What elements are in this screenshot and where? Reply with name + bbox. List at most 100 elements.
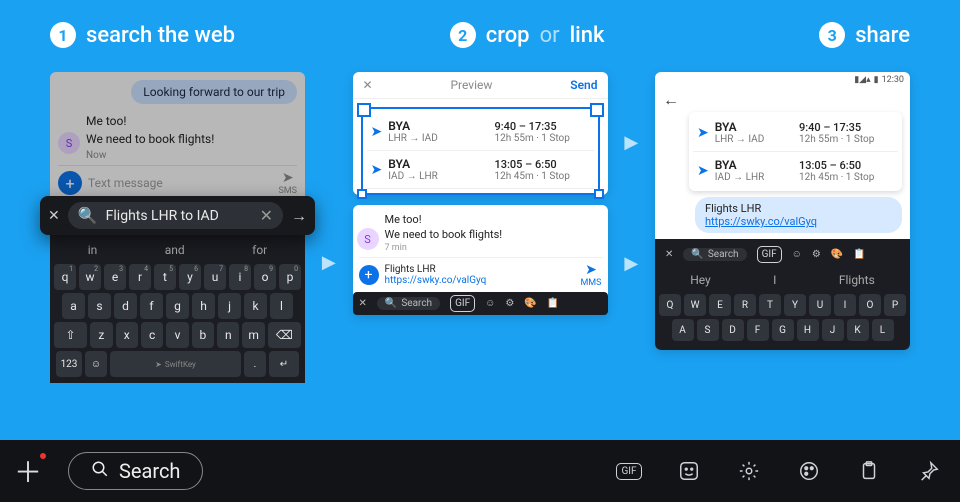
close-icon[interactable]: ✕ <box>665 249 673 260</box>
search-mini[interactable]: 🔍 Search <box>683 248 746 261</box>
search-button[interactable]: Search <box>68 452 203 490</box>
key[interactable]: x <box>116 322 138 348</box>
key[interactable]: O <box>859 294 881 316</box>
key[interactable]: H <box>797 319 819 341</box>
theme-icon[interactable]: 🎨 <box>831 249 843 260</box>
key[interactable]: y6 <box>179 264 201 290</box>
key[interactable]: S <box>697 319 719 341</box>
theme-icon[interactable]: 🎨 <box>524 298 536 309</box>
suggestion[interactable]: and <box>165 243 185 257</box>
sticker-icon[interactable]: ☺ <box>792 249 802 260</box>
key[interactable]: i8 <box>229 264 251 290</box>
key[interactable]: R <box>734 294 756 316</box>
key[interactable]: U <box>809 294 831 316</box>
pin-icon[interactable] <box>912 454 946 488</box>
key[interactable]: k <box>244 293 267 319</box>
key[interactable]: j <box>218 293 241 319</box>
key[interactable]: G <box>772 319 794 341</box>
symbols-key[interactable]: 123 <box>56 351 82 377</box>
key[interactable]: f <box>140 293 163 319</box>
key[interactable]: e3 <box>104 264 126 290</box>
message-time: 7 min <box>385 243 602 253</box>
key[interactable]: p0 <box>279 264 301 290</box>
close-icon[interactable]: ✕ <box>359 298 367 309</box>
search-mini[interactable]: 🔍 Search <box>377 297 440 310</box>
backspace-key[interactable]: ⌫ <box>268 322 301 348</box>
key[interactable]: t5 <box>154 264 176 290</box>
key[interactable]: b <box>192 322 214 348</box>
send-sms[interactable]: ➤ SMS <box>278 170 297 196</box>
compose-placeholder[interactable]: Text message <box>88 176 278 190</box>
clipboard-icon[interactable]: 📋 <box>853 249 865 260</box>
key[interactable]: A <box>672 319 694 341</box>
key[interactable]: a <box>62 293 85 319</box>
key[interactable]: W <box>684 294 706 316</box>
gif-icon[interactable]: GIF <box>757 246 782 263</box>
key[interactable]: L <box>872 319 894 341</box>
key[interactable]: J <box>822 319 844 341</box>
submit-icon[interactable]: → <box>291 206 307 226</box>
key[interactable]: c <box>141 322 163 348</box>
add-button[interactable]: ＋ <box>14 451 42 491</box>
battery-icon: ▮ <box>874 75 879 85</box>
key[interactable]: w2 <box>79 264 101 290</box>
key[interactable]: l <box>270 293 293 319</box>
suggestion[interactable]: I <box>773 273 776 287</box>
gif-icon[interactable]: GIF <box>612 454 646 488</box>
send-mms[interactable]: ➤ MMS <box>580 262 601 288</box>
suggestion[interactable]: for <box>252 243 267 257</box>
search-input[interactable]: 🔍 Flights LHR to IAD ✕ <box>68 202 283 229</box>
key[interactable]: u7 <box>204 264 226 290</box>
back-icon[interactable]: ← <box>663 90 679 110</box>
gif-icon[interactable]: GIF <box>450 295 475 312</box>
suggestion[interactable]: Flights <box>839 273 875 287</box>
period-key[interactable]: . <box>244 351 266 377</box>
key[interactable]: v <box>166 322 188 348</box>
add-button[interactable]: + <box>359 265 379 285</box>
space-key[interactable]: ➤ SwiftKey <box>110 351 241 377</box>
key[interactable]: m <box>242 322 264 348</box>
key[interactable]: d <box>114 293 137 319</box>
keyboard: in and for q1 w2 e3 r4 t5 y6 u7 i8 o9 p0… <box>50 235 305 383</box>
crop-frame[interactable]: ➤ BYA LHR → IAD 9:40 – 17:35 12h 55m · 1… <box>361 107 600 195</box>
sticker-icon[interactable] <box>672 454 706 488</box>
clipboard-icon[interactable] <box>852 454 886 488</box>
key[interactable]: Q <box>659 294 681 316</box>
close-icon[interactable]: ✕ <box>363 78 373 92</box>
sticker-icon[interactable]: ☺ <box>485 298 495 309</box>
key[interactable]: s <box>88 293 111 319</box>
key[interactable]: r4 <box>129 264 151 290</box>
clipboard-icon[interactable]: 📋 <box>547 298 559 309</box>
key[interactable]: Y <box>784 294 806 316</box>
key[interactable]: I <box>834 294 856 316</box>
key[interactable]: q1 <box>54 264 76 290</box>
key[interactable]: F <box>747 319 769 341</box>
link-bubble[interactable]: Flights LHR https://swky.co/valGyq <box>695 197 902 233</box>
add-button[interactable]: + <box>58 171 82 195</box>
send-button[interactable]: Send <box>570 78 597 92</box>
theme-icon[interactable] <box>792 454 826 488</box>
settings-icon[interactable]: ⚙ <box>505 298 514 309</box>
suggestion[interactable]: in <box>88 243 98 257</box>
keyboard-toolbar: ✕ 🔍 Search GIF ☺ ⚙ 🎨 📋 <box>659 243 906 266</box>
settings-icon[interactable]: ⚙ <box>812 249 821 260</box>
key[interactable]: o9 <box>254 264 276 290</box>
compose-text[interactable]: Flights LHR https://swky.co/valGyq <box>385 264 581 286</box>
key[interactable]: T <box>759 294 781 316</box>
emoji-key[interactable]: ☺ <box>85 351 107 377</box>
shift-key[interactable]: ⇧ <box>54 322 87 348</box>
key[interactable]: n <box>217 322 239 348</box>
key[interactable]: E <box>709 294 731 316</box>
close-icon[interactable]: ✕ <box>48 208 60 224</box>
clear-icon[interactable]: ✕ <box>260 206 273 225</box>
key[interactable]: z <box>90 322 112 348</box>
key[interactable]: h <box>192 293 215 319</box>
enter-key[interactable]: ↵ <box>269 351 299 377</box>
preview-card: ✕ Preview Send ➤ BYA LHR → IAD 9:40 – 17… <box>353 72 608 195</box>
key[interactable]: g <box>166 293 189 319</box>
key[interactable]: P <box>884 294 906 316</box>
suggestion[interactable]: Hey <box>690 273 711 287</box>
key[interactable]: K <box>847 319 869 341</box>
key[interactable]: D <box>722 319 744 341</box>
settings-icon[interactable] <box>732 454 766 488</box>
